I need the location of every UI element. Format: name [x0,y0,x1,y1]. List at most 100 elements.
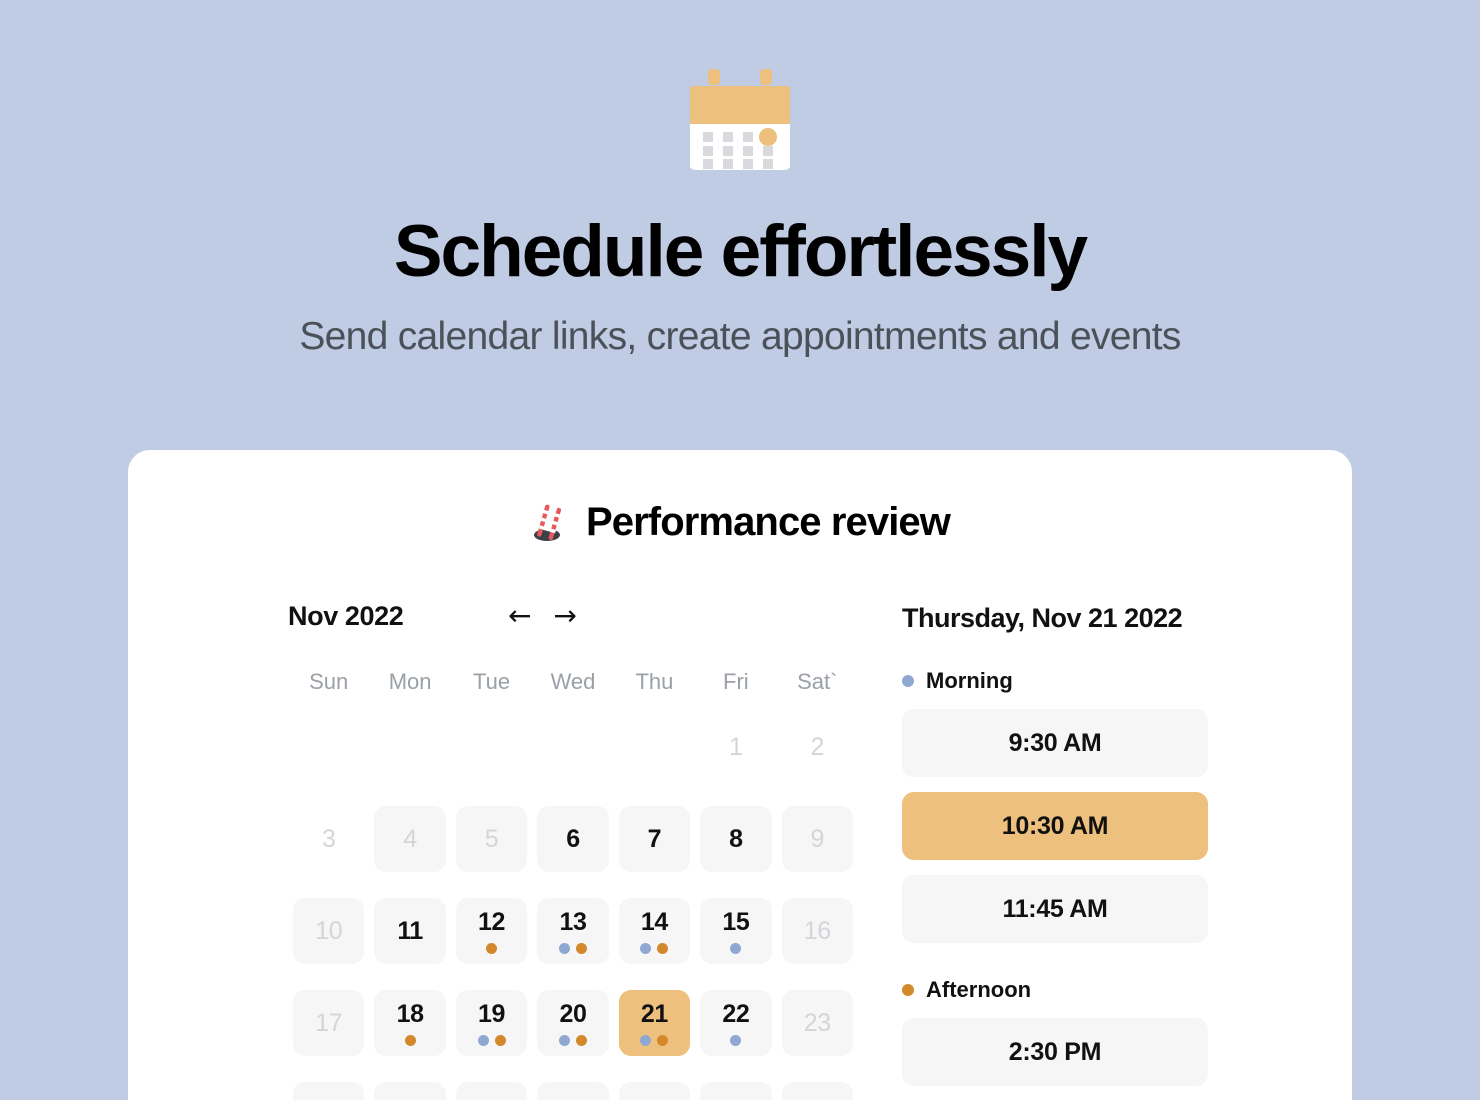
calendar-day-number: 23 [803,1008,831,1037]
page-root: Schedule effortlessly Send calendar link… [0,0,1480,1100]
timeslot[interactable]: 2:30 PM [902,1018,1208,1086]
calendar-day-number: 18 [396,1000,424,1028]
scheduler-card: Performance review Nov 2022 ← → Sun Mon Tu… [128,450,1352,1100]
calendar-day[interactable]: 20 [537,990,609,1056]
group-dot-blue [902,675,914,687]
group-label-text: Afternoon [926,977,1032,1002]
calendar-day-number: 5 [484,824,499,853]
timeslot[interactable]: 11:45 AM [902,875,1208,943]
calendar-day[interactable]: 29 [700,1082,772,1100]
calendar-day[interactable]: 6 [537,806,609,872]
calendar-day-event-dots [640,1035,669,1046]
calendar-day[interactable]: 17 [293,990,365,1056]
calendar-day[interactable]: 10 [293,898,365,964]
calendar-day-number: 20 [559,1000,587,1028]
card-title: Performance review [128,450,1352,545]
event-dot-orange [575,1035,587,1046]
timeslot-selected[interactable]: 10:30 AM [902,792,1208,860]
calendar-day[interactable]: 11 [374,898,446,964]
calendar-day[interactable]: 13 [537,898,609,964]
calendar-day [619,714,690,780]
timeslot-group: Morning 9:30 AM 10:30 AM 11:45 AM [902,668,1208,943]
calendar-day-number: 8 [729,824,743,853]
prev-month-arrow-icon[interactable]: ← [508,602,531,630]
calendar-day-number: 6 [566,824,580,853]
event-dot-orange [575,943,587,954]
calendar-day[interactable]: 1 [700,714,771,780]
calendar-day[interactable]: 30 [781,1082,853,1100]
calendar-panel: Nov 2022 ← → Sun Mon Tue Wed Thu Fri Sat` 1234… [288,597,858,1100]
calendar-day-event-dots [640,943,669,954]
calendar-day-number: 2 [810,732,825,761]
calendar-weekday-row: Sun Mon Tue Wed Thu Fri Sat` [288,669,858,695]
calendar-day-selected[interactable]: 21 [618,990,691,1056]
calendar-day-number: 7 [647,824,662,853]
selected-date-heading: Thursday, Nov 21 2022 [902,603,1183,633]
timeslot-group-label: Afternoon [902,977,1208,1003]
calendar-week-row: 17 18 19 20 21 22 23 [288,983,858,1063]
calendar-week-row: 10 11 12 13 14 15 16 [288,891,858,971]
calendar-day[interactable]: 23 [781,990,853,1056]
calendar-day[interactable]: 28 [618,1082,691,1100]
calendar-day [537,714,608,780]
calendar-day[interactable]: 12 [455,898,528,964]
calendar-day[interactable]: 24 [293,1082,365,1100]
calendar-icon [690,66,790,178]
calendar-day[interactable]: 5 [455,806,528,872]
calendar-day[interactable]: 9 [781,806,853,872]
calendar-day[interactable]: 26 [455,1082,528,1100]
calendar-day[interactable]: 2 [782,714,853,780]
calendar-day[interactable]: 15 [700,898,772,964]
calendar-day-number: 14 [640,908,668,936]
ladder-icon [530,502,570,544]
next-month-arrow-icon[interactable]: → [553,602,576,630]
calendar-day-event-dots [477,1035,506,1046]
event-dot-blue [640,1035,652,1046]
weekday-label: Wed [550,669,596,694]
calendar-day [293,714,364,780]
event-dot-orange [657,1035,669,1046]
calendar-day[interactable]: 3 [293,806,364,872]
calendar-week-row: 12 [288,707,858,787]
calendar-day[interactable]: 14 [618,898,691,964]
weekday-label: Tue [473,669,511,694]
weekday-label: Sat` [797,669,838,694]
weekday-label: Fri [723,669,749,694]
event-dot-blue [640,943,652,954]
calendar-day-number: 3 [321,824,336,853]
event-dot-blue [730,1035,742,1046]
calendar-day[interactable]: 8 [700,806,772,872]
calendar-day-number: 19 [478,1000,506,1028]
calendar-day[interactable]: 16 [781,898,853,964]
calendar-day[interactable]: 19 [455,990,528,1056]
timeslot-groups: Morning 9:30 AM 10:30 AM 11:45 AM Afternoon 2… [902,668,1208,1100]
calendar-day[interactable]: 4 [374,806,446,872]
timeslot-group: Afternoon 2:30 PM [902,977,1208,1100]
event-dot-blue [558,1035,570,1046]
calendar-grid: 1234567891011121314151617181920212223242… [288,707,858,1100]
event-dot-orange [486,943,498,954]
group-label-text: Morning [926,668,1013,693]
calendar-day-number: 9 [810,824,825,853]
calendar-day[interactable]: 18 [374,990,446,1056]
calendar-day-number: 22 [722,1000,750,1028]
calendar-day-event-dots [486,943,498,954]
calendar-day-number: 11 [397,916,423,945]
calendar-day-event-dots [730,943,742,954]
weekday-label: Thu [635,669,674,694]
calendar-week-row: 24 25 26 27 28 29 30 [288,1075,858,1100]
calendar-day-event-dots [730,1035,742,1046]
page-title: Schedule effortlessly [393,211,1088,292]
timeslot-group-label: Morning [902,668,1208,694]
calendar-day [456,714,527,780]
calendar-day[interactable]: 27 [537,1082,609,1100]
calendar-day[interactable]: 7 [618,806,691,872]
calendar-header: Nov 2022 ← → [288,597,858,635]
calendar-day-event-dots [558,1035,587,1046]
calendar-day[interactable]: 22 [700,990,772,1056]
event-dot-blue [730,943,742,954]
timeslot[interactable]: 9:30 AM [902,709,1208,777]
calendar-day[interactable]: 25 [374,1082,446,1100]
calendar-day-event-dots [558,943,587,954]
card-title-text: Performance review [586,500,951,544]
